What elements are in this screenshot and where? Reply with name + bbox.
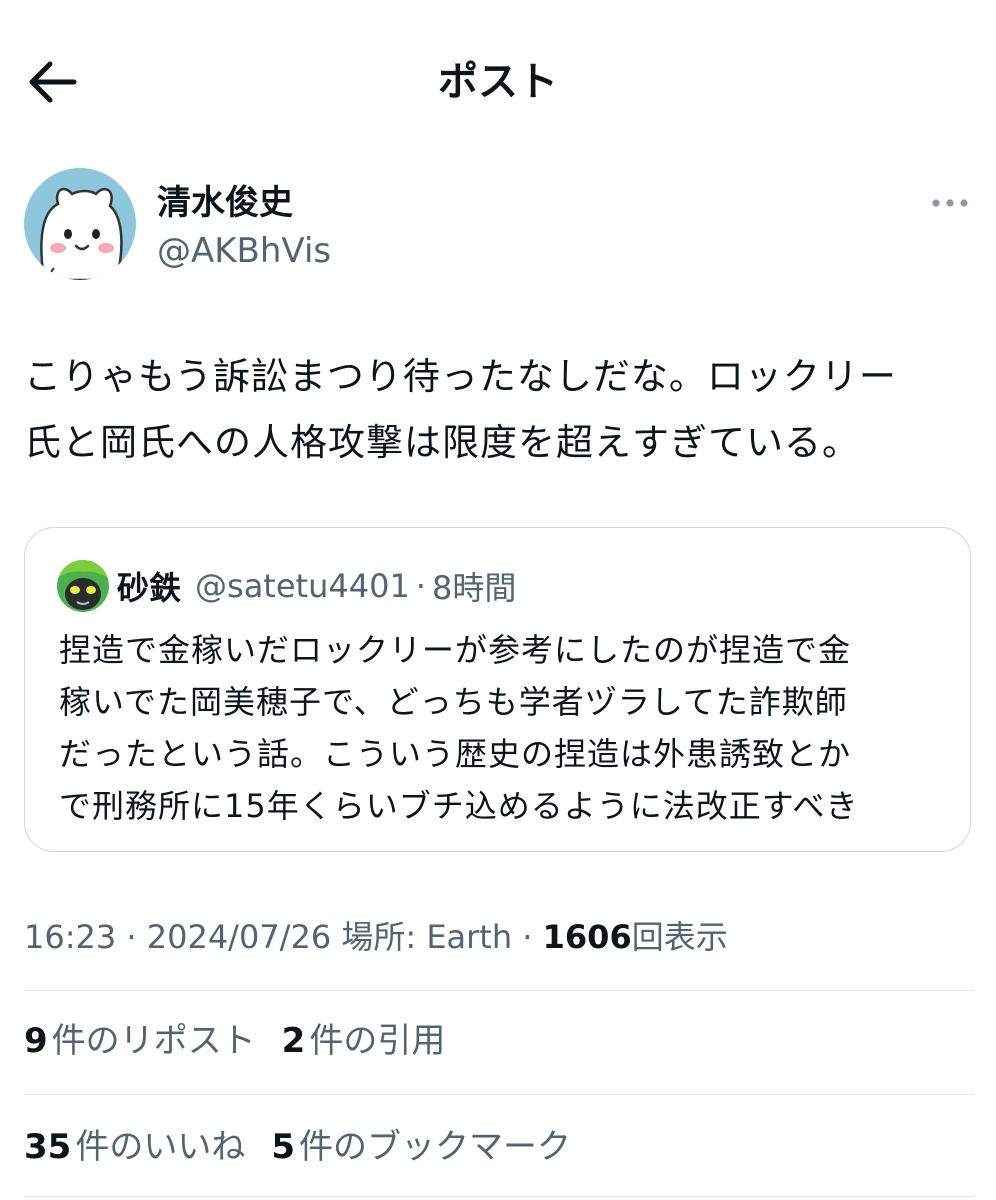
quote-timestamp: 8時間: [431, 569, 517, 607]
divider: [24, 990, 974, 991]
reposts-label: 件のリポスト: [51, 1021, 256, 1061]
author-avatar[interactable]: [24, 168, 136, 280]
divider: [24, 1094, 974, 1095]
stats-row-likes: 35 件のいいね 5 件のブックマーク: [24, 1122, 597, 1172]
quote-text-line: で刑務所に15年くらいブチ込めるように法改正すべき: [59, 787, 859, 825]
likes-label: 件のいいね: [75, 1127, 246, 1167]
post-time: 16:23: [24, 918, 117, 956]
page-title: ポスト: [438, 59, 558, 105]
quote-separator: ·: [415, 567, 426, 605]
quote-author-name: 砂鉄: [117, 569, 182, 607]
quote-author-avatar: [57, 560, 109, 612]
views-label: 回表示: [631, 918, 728, 956]
likes-count: 35: [24, 1127, 72, 1167]
post-meta: 16:23 · 2024/07/26 場所: Earth · 1606回表示: [24, 912, 728, 962]
quotes-stat[interactable]: 2 件の引用: [282, 1016, 446, 1066]
quote-text-line: 捏造で金稼いだロックリーが参考にしたのが捏造で金: [59, 631, 852, 669]
location-label: 場所:: [341, 918, 427, 956]
quote-author-handle: @satetu4401: [195, 567, 410, 605]
quotes-label: 件の引用: [309, 1021, 446, 1061]
bookmarks-label: 件のブックマーク: [299, 1127, 571, 1167]
views-count: 1606: [542, 918, 632, 956]
top-bar: ポスト: [0, 0, 996, 165]
alien-avatar-icon: [57, 560, 109, 612]
more-options-button[interactable]: [928, 188, 972, 218]
ellipsis-icon: [932, 199, 968, 207]
bookmarks-count: 5: [271, 1127, 295, 1167]
bookmarks-stat[interactable]: 5 件のブックマーク: [271, 1122, 571, 1172]
post-date: 2024/07/26: [146, 918, 332, 956]
divider: [24, 1196, 974, 1197]
post-text: こりゃもう訴訟まつり待ったなしだな。ロックリー 氏と岡氏への人格攻撃は限度を超え…: [24, 344, 974, 476]
stats-row-reposts: 9 件のリポスト 2 件の引用: [24, 1016, 471, 1066]
post-location: Earth: [426, 918, 513, 956]
quoted-post-card[interactable]: 砂鉄 @satetu4401 · 8時間 捏造で金稼いだロックリーが参考にしたの…: [24, 527, 971, 852]
author-name[interactable]: 清水俊史: [157, 180, 293, 226]
meta-separator: ·: [116, 918, 147, 956]
quote-meta: 砂鉄 @satetu4401 · 8時間: [117, 560, 516, 612]
quotes-count: 2: [281, 1021, 306, 1061]
post-text-line: 氏と岡氏への人格攻撃は限度を超えすぎている。: [24, 421, 860, 464]
reposts-count: 9: [24, 1021, 48, 1061]
reposts-stat[interactable]: 9 件のリポスト: [24, 1016, 256, 1066]
meta-separator: ·: [512, 918, 543, 956]
quote-text-line: だったという話。こういう歴史の捏造は外患誘致とか: [59, 735, 852, 773]
bear-avatar-icon: [24, 168, 136, 280]
author-handle[interactable]: @AKBhVis: [157, 228, 331, 274]
quote-text: 捏造で金稼いだロックリーが参考にしたのが捏造で金 稼いでた岡美穂子で、どっちも学…: [59, 624, 939, 832]
post-text-line: こりゃもう訴訟まつり待ったなしだな。ロックリー: [24, 355, 897, 398]
quote-text-line: 稼いでた岡美穂子で、どっちも学者ヅラしてた詐欺師: [59, 683, 848, 721]
likes-stat[interactable]: 35 件のいいね: [24, 1122, 245, 1172]
